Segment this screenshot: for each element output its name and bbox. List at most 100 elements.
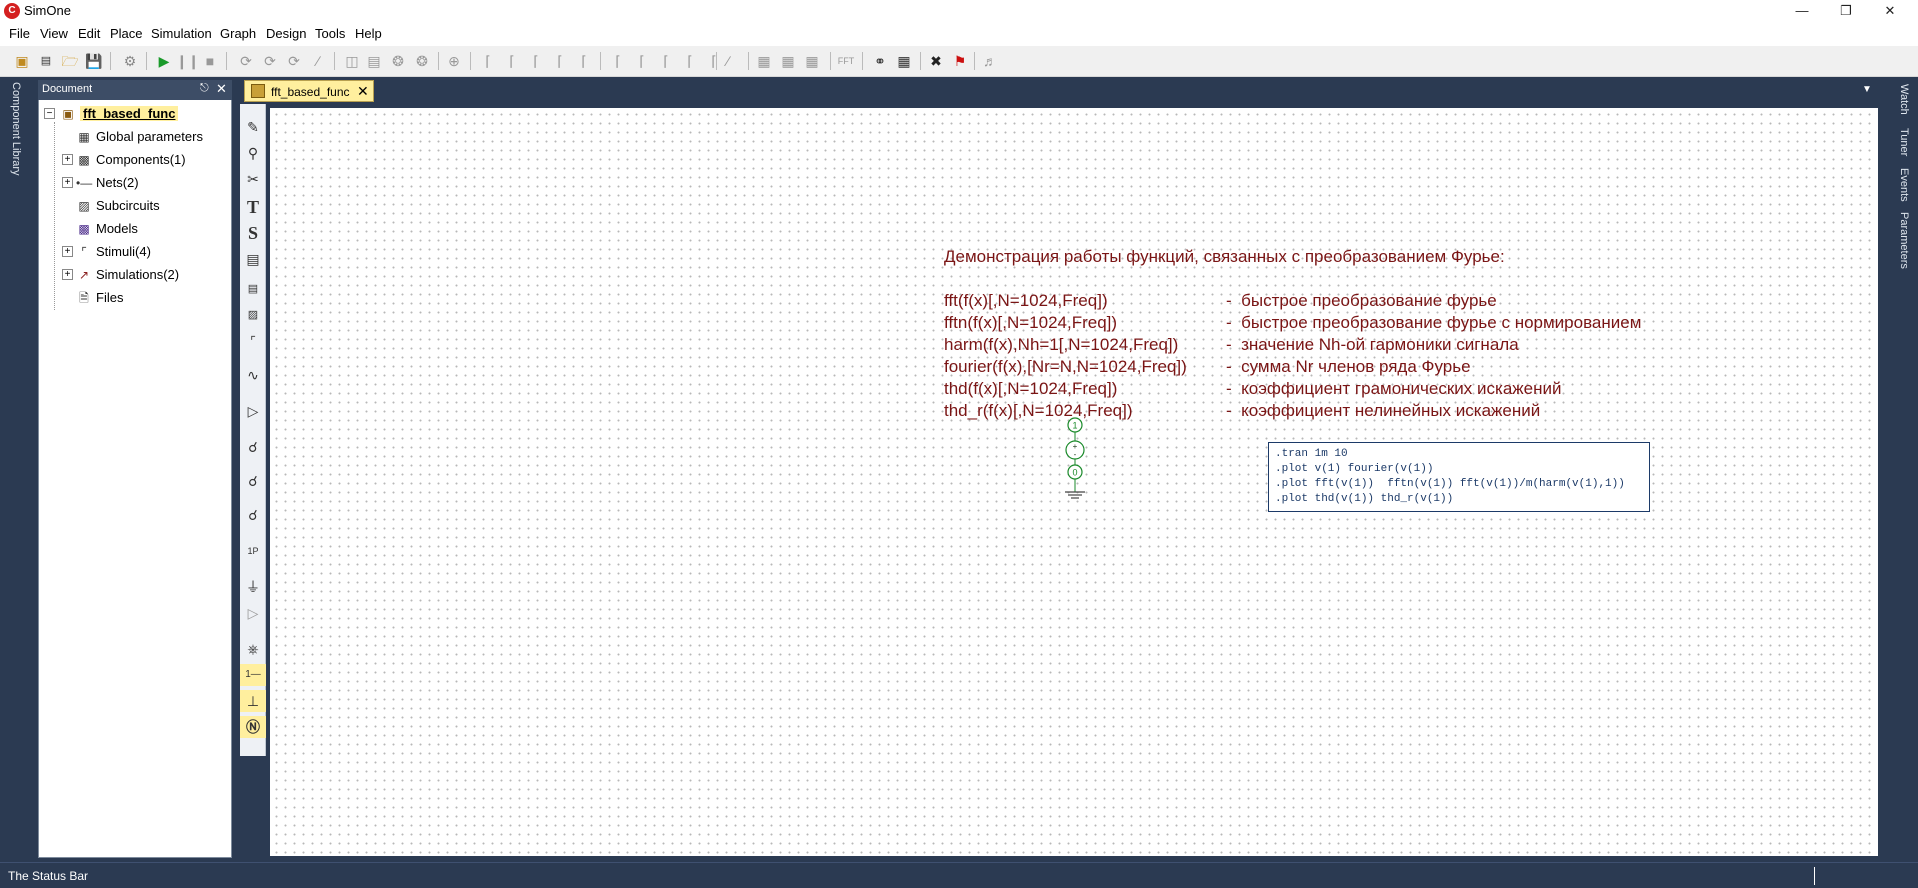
minimize-button[interactable]: — (1780, 0, 1824, 22)
cross-tools-icon[interactable]: ✖ (926, 51, 946, 71)
layout-4-icon[interactable]: ❂ (412, 51, 432, 71)
tree-item-simulations[interactable]: + ↗ Simulations(2) (60, 265, 228, 285)
tree-item-stimuli[interactable]: + ⌜ Stimuli(4) (60, 242, 228, 262)
voltage-source-icon[interactable]: ☌ (240, 504, 266, 526)
save-icon[interactable]: 💾 (84, 51, 104, 71)
menu-view[interactable]: View (40, 26, 68, 41)
expand-icon[interactable]: + (62, 154, 73, 165)
tuner-tab[interactable]: Tuner (1898, 128, 1910, 156)
menu-graph[interactable]: Graph (220, 26, 256, 41)
dataset-icon[interactable]: ▦ (894, 51, 914, 71)
controlled-source-icon[interactable]: ☌ (240, 470, 266, 492)
open-folder-icon[interactable]: 🗁 (60, 51, 80, 71)
scissors-icon[interactable]: ✂ (240, 168, 266, 190)
layout-3-icon[interactable]: ❂ (388, 51, 408, 71)
subcircuit-1p-icon[interactable]: 1P (240, 540, 266, 562)
pin-icon[interactable]: ⎋ (200, 82, 209, 95)
menu-file[interactable]: File (9, 26, 30, 41)
table-3-icon[interactable]: ▦ (802, 51, 822, 71)
graph-tool-1-icon[interactable]: ⟳ (236, 51, 256, 71)
spice-directive-icon[interactable]: S (240, 222, 266, 244)
component-library-tab[interactable]: Component Library (10, 82, 22, 176)
bus-icon[interactable]: ▤ (240, 278, 266, 300)
port-icon[interactable]: ▷ (240, 602, 266, 624)
menu-edit[interactable]: Edit (78, 26, 100, 41)
net-label-icon[interactable]: 1— (240, 664, 266, 686)
menu-place[interactable]: Place (110, 26, 143, 41)
graph-c-icon[interactable]: ⌈ (526, 51, 546, 71)
block-icon[interactable]: ▨ (240, 304, 266, 326)
events-tab[interactable]: Events (1898, 168, 1910, 202)
stimulus-graph-icon[interactable]: ⌜ (240, 330, 266, 352)
graph-a-icon[interactable]: ⌈ (478, 51, 498, 71)
speaker-icon[interactable]: ♬ (980, 51, 1000, 71)
collapse-icon[interactable]: − (44, 108, 55, 119)
expand-icon[interactable]: + (62, 246, 73, 257)
tree-item-nets[interactable]: + •— Nets(2) (60, 173, 228, 193)
settings-gear-icon[interactable]: ⚙ (120, 51, 140, 71)
graph-g-icon[interactable]: ⌈ (632, 51, 652, 71)
label-tool-icon[interactable]: ⎈ (240, 638, 266, 660)
tree-item-subcircuits[interactable]: ▨ Subcircuits (60, 196, 228, 216)
zoom-icon[interactable]: ⚲ (240, 142, 266, 164)
simulations-icon: ↗ (78, 268, 90, 282)
expand-icon[interactable]: + (62, 269, 73, 280)
run-simulation-icon[interactable]: ▶ (154, 51, 174, 71)
pencil-icon[interactable]: ✎ (240, 116, 266, 138)
table-2-icon[interactable]: ▦ (778, 51, 798, 71)
spice-directive-box[interactable]: .tran 1m 10 .plot v(1) fourier(v(1)) .pl… (1268, 442, 1650, 512)
flag-icon[interactable]: ⚑ (950, 51, 970, 71)
netlist-icon[interactable]: ▤ (36, 51, 56, 71)
graph-f-icon[interactable]: ⌈ (608, 51, 628, 71)
parameters-tab[interactable]: Parameters (1898, 212, 1910, 269)
crosshair-icon[interactable]: ⊕ (444, 51, 464, 71)
tab-fft-based-func[interactable]: fft_based_func ✕ (244, 80, 374, 102)
diode-icon[interactable]: ▷ (240, 400, 266, 422)
schematic-canvas[interactable]: Демонстрация работы функций, связанных с… (272, 110, 1876, 854)
resistor-icon[interactable]: ∿ (240, 364, 266, 386)
layout-2-icon[interactable]: ▤ (364, 51, 384, 71)
menu-design[interactable]: Design (266, 26, 306, 41)
right-dock-strip: Watch Tuner Events Parameters (1890, 78, 1918, 862)
menu-help[interactable]: Help (355, 26, 382, 41)
graph-e-icon[interactable]: ⌈ (574, 51, 594, 71)
graph-d-icon[interactable]: ⌈ (550, 51, 570, 71)
current-source-icon[interactable]: ☌ (240, 436, 266, 458)
fft-icon[interactable]: FFT (836, 51, 856, 71)
tree-item-global-parameters[interactable]: ▦ Global parameters (60, 127, 228, 147)
layout-1-icon[interactable]: ◫ (342, 51, 362, 71)
voltmeter-icon[interactable]: Ⓝ (240, 716, 266, 738)
tree-item-models[interactable]: ▩ Models (60, 219, 228, 239)
text-tool-icon[interactable]: T (240, 196, 266, 218)
menu-simulation[interactable]: Simulation (151, 26, 212, 41)
probe-icon[interactable]: ∕ (718, 51, 738, 71)
graph-tool-4-icon[interactable]: ∕ (308, 51, 328, 71)
menu-tools[interactable]: Tools (315, 26, 345, 41)
graph-i-icon[interactable]: ⌈ (680, 51, 700, 71)
image-icon[interactable]: ▤ (240, 248, 266, 270)
close-panel-icon[interactable]: ✕ (216, 81, 227, 97)
new-project-icon[interactable]: ▣ (12, 51, 32, 71)
tab-menu-icon[interactable]: ▼ (1862, 84, 1872, 95)
tree-item-components[interactable]: + ▩ Components(1) (60, 150, 228, 170)
graph-tool-2-icon[interactable]: ⟳ (260, 51, 280, 71)
close-window-button[interactable]: ✕ (1868, 0, 1912, 22)
voltage-source-circuit[interactable]: 1 + - 0 (1060, 414, 1090, 518)
graph-b-icon[interactable]: ⌈ (502, 51, 522, 71)
directive-line: .plot v(1) fourier(v(1)) (1275, 463, 1434, 475)
graph-h-icon[interactable]: ⌈ (656, 51, 676, 71)
maximize-button[interactable]: ❐ (1824, 0, 1868, 22)
pause-simulation-icon[interactable]: ❙❙ (176, 51, 199, 71)
close-tab-icon[interactable]: ✕ (357, 83, 369, 100)
expand-icon[interactable]: + (62, 177, 73, 188)
tree-root[interactable]: − ▣ fft_based_func (44, 104, 228, 124)
terminal-icon[interactable]: ⊥ (240, 690, 266, 712)
ground-icon[interactable]: ⏚ (240, 576, 266, 598)
glasses-icon[interactable]: ⚭ (870, 51, 890, 71)
tree-item-files[interactable]: 🗎 Files (60, 288, 228, 308)
watch-tab[interactable]: Watch (1898, 84, 1910, 115)
graph-tool-3-icon[interactable]: ⟳ (284, 51, 304, 71)
table-1-icon[interactable]: ▦ (754, 51, 774, 71)
function-description: - быстрое преобразование фурье (1226, 291, 1497, 310)
stop-simulation-icon[interactable]: ■ (200, 51, 220, 71)
